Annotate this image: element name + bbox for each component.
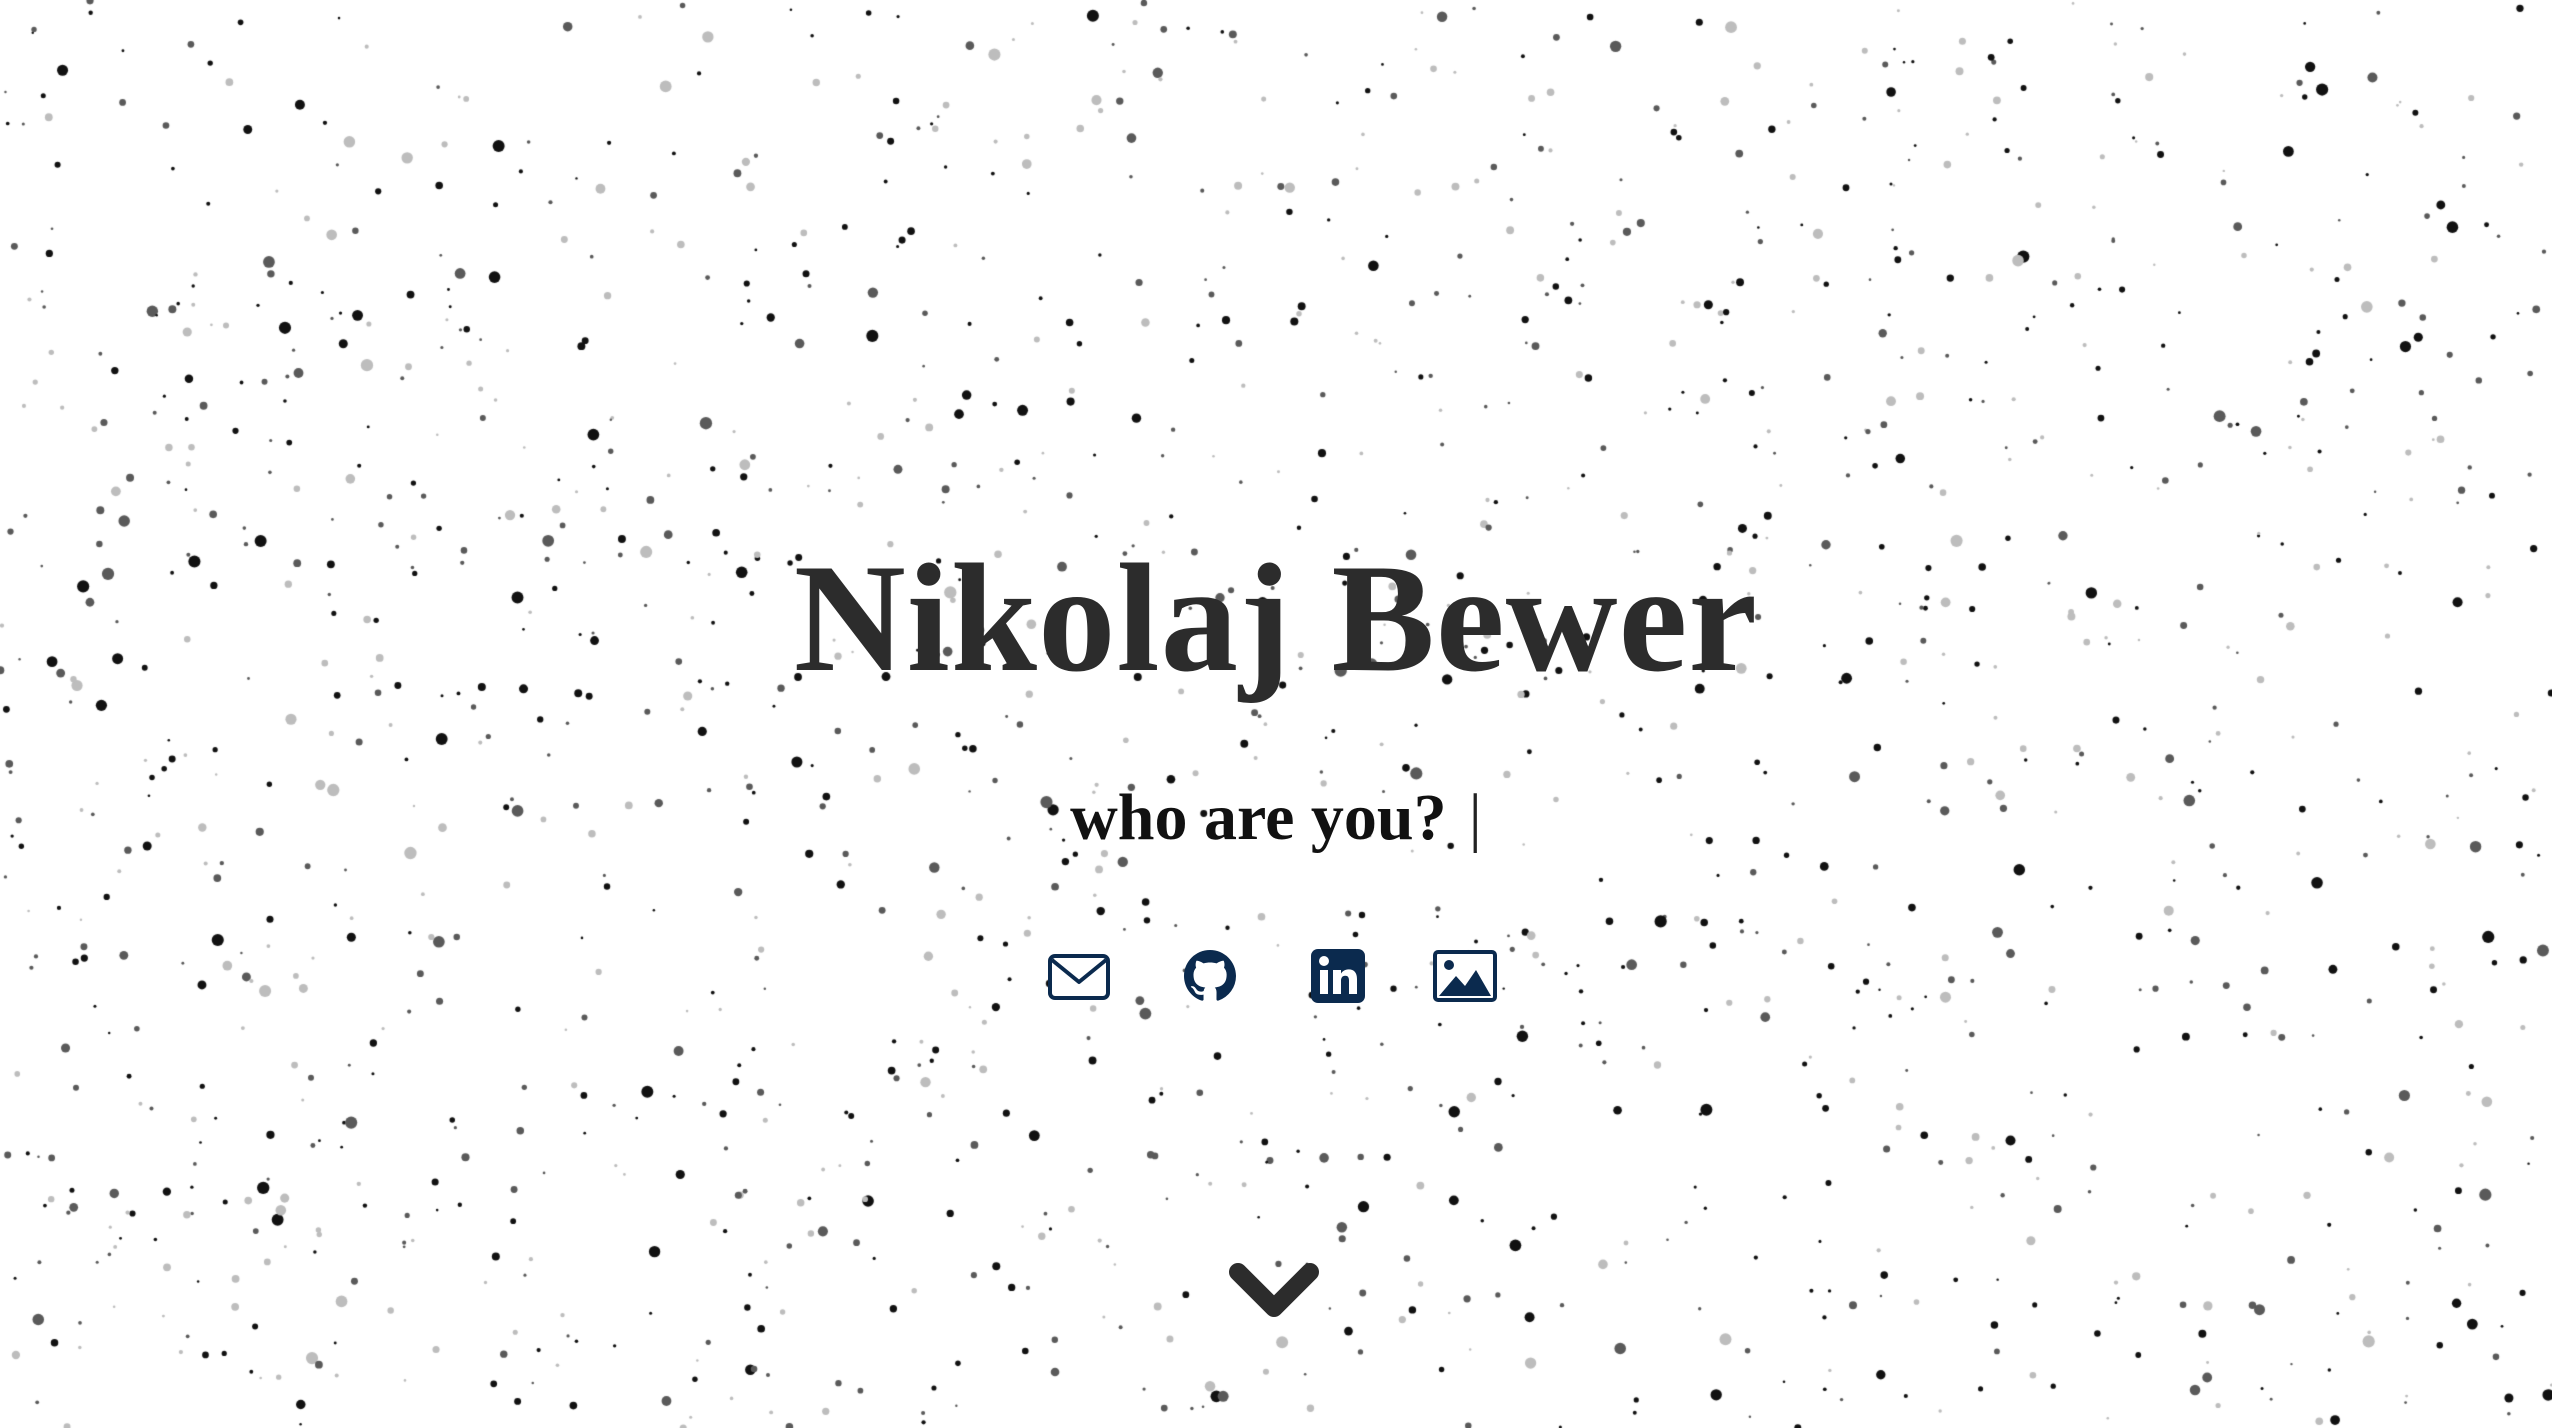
github-link[interactable] [1177, 946, 1243, 1006]
email-link[interactable] [1046, 946, 1112, 1006]
chevron-down-icon [1226, 1256, 1322, 1326]
image-icon [1432, 946, 1498, 1006]
typing-caret: | [1468, 781, 1482, 854]
linkedin-icon [1305, 946, 1371, 1006]
linkedin-link[interactable] [1305, 946, 1371, 1006]
tagline-text: who are you? [1070, 781, 1447, 854]
envelope-icon [1046, 946, 1112, 1006]
page-title: Nikolaj Bewer [793, 532, 1759, 704]
page: Nikolaj Bewer who are you? | [0, 0, 2552, 1428]
gallery-link[interactable] [1432, 946, 1498, 1006]
scroll-down-button[interactable] [1226, 1256, 1322, 1326]
social-links [1043, 946, 1513, 1006]
typing-tagline: who are you? | [0, 778, 2552, 858]
hero-section: Nikolaj Bewer who are you? | [0, 0, 2552, 1428]
github-icon [1177, 946, 1243, 1006]
